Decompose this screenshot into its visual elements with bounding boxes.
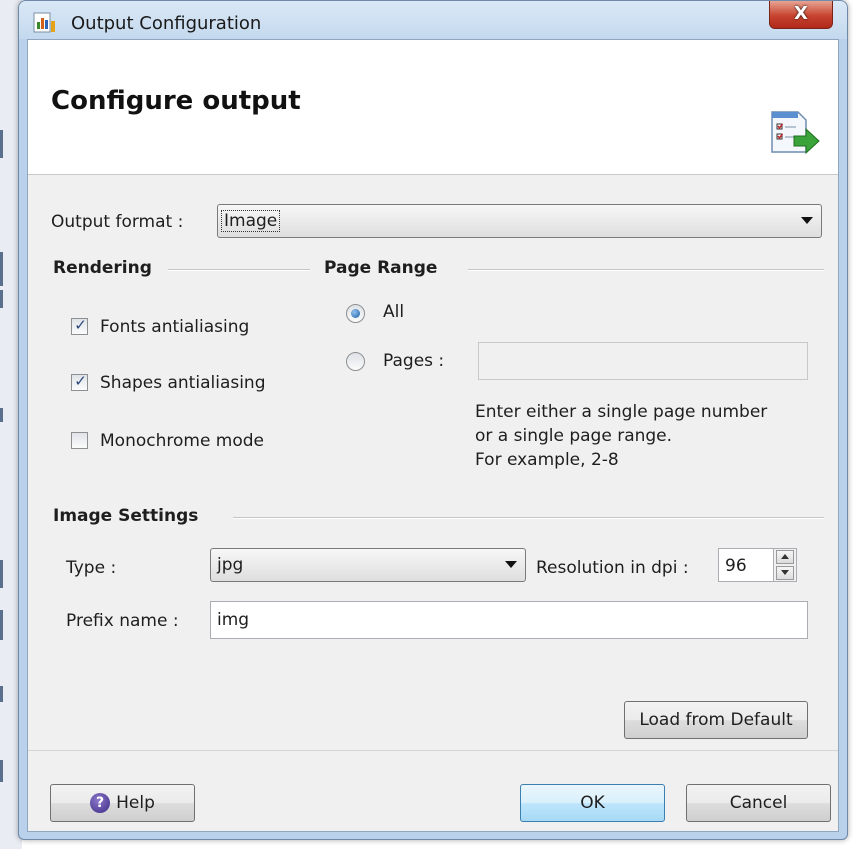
load-from-default-button[interactable]: Load from Default (624, 701, 808, 739)
dialog-header: Configure output (28, 40, 838, 175)
shapes-antialiasing-checkbox[interactable]: ✓ (71, 372, 88, 391)
fonts-antialiasing-checkbox[interactable]: ✓ (71, 316, 88, 335)
image-type-value: jpg (217, 555, 244, 575)
dialog-client-area: Configure output Output format : Image R… (27, 39, 839, 832)
page-range-hint-line-1: Enter either a single page number (475, 402, 768, 422)
image-type-dropdown[interactable]: jpg (210, 548, 526, 582)
type-label: Type : (66, 558, 117, 578)
resolution-spinner[interactable] (773, 548, 797, 582)
window-title: Output Configuration (71, 13, 262, 34)
page-range-hint-line-3: For example, 2-8 (475, 450, 619, 470)
rendering-divider (168, 269, 310, 271)
prefix-name-input[interactable]: img (210, 601, 808, 639)
checkmark-icon: ✓ (74, 316, 87, 334)
help-button[interactable]: ? Help (50, 784, 195, 822)
rendering-group-title: Rendering (53, 258, 152, 278)
output-format-dropdown[interactable]: Image (217, 204, 822, 238)
monochrome-mode-checkbox[interactable] (71, 432, 88, 449)
fonts-antialiasing-label[interactable]: Fonts antialiasing (100, 317, 249, 337)
cancel-button[interactable]: Cancel (686, 784, 831, 822)
spin-up-icon[interactable] (776, 550, 794, 564)
checklist-export-icon (771, 111, 820, 155)
output-format-label: Output format : (51, 212, 184, 232)
dialog-window: Output Configuration X Configure output … (18, 0, 848, 840)
page-range-hint-line-2: or a single page range. (475, 426, 673, 446)
checkmark-icon: ✓ (74, 372, 87, 390)
radio-selected-dot (351, 309, 360, 318)
page-range-divider (468, 269, 824, 271)
shapes-antialiasing-label[interactable]: Shapes antialiasing (100, 373, 266, 393)
close-button[interactable]: X (769, 1, 833, 29)
title-bar[interactable]: Output Configuration X (19, 1, 847, 39)
output-format-value: Image (220, 210, 281, 232)
monochrome-mode-label[interactable]: Monochrome mode (100, 431, 264, 451)
app-icon (33, 12, 55, 33)
chevron-down-icon (505, 561, 517, 568)
pages-label[interactable]: Pages : (383, 351, 444, 371)
pages-radio[interactable] (346, 352, 365, 371)
pages-input[interactable] (478, 342, 808, 380)
image-settings-divider (233, 517, 824, 519)
page-title: Configure output (51, 86, 301, 116)
ok-button[interactable]: OK (520, 784, 665, 822)
image-settings-group-title: Image Settings (53, 506, 199, 526)
chevron-down-icon (801, 217, 813, 224)
resolution-label: Resolution in dpi : (536, 558, 689, 578)
page-range-group-title: Page Range (324, 258, 438, 278)
all-pages-label[interactable]: All (383, 302, 404, 322)
all-pages-radio[interactable] (346, 304, 365, 323)
prefix-name-label: Prefix name : (66, 611, 179, 631)
help-icon: ? (90, 793, 111, 813)
resolution-input[interactable]: 96 (718, 548, 774, 582)
spin-down-icon[interactable] (776, 566, 794, 580)
